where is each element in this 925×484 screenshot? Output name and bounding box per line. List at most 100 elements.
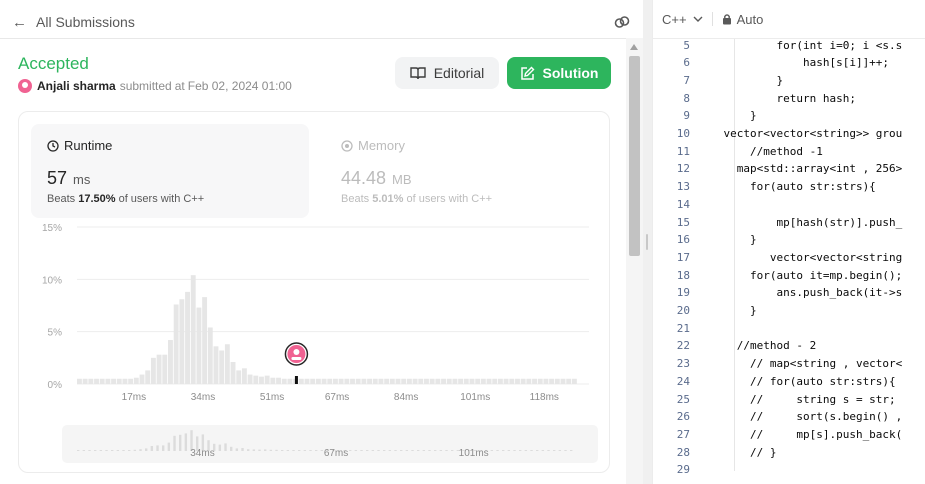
- code-line[interactable]: 7 }: [653, 71, 925, 89]
- code-editor[interactable]: 5 for(int i=0; i <s.s 6 hash[s[i]]++; 7 } 8…: [653, 38, 925, 484]
- code-text: map<std::array<int , 256>: [697, 162, 903, 176]
- histogram-bar: [270, 377, 276, 384]
- toolbar-divider: [711, 12, 713, 26]
- code-text: return hash;: [697, 91, 856, 105]
- code-line[interactable]: 18 for(auto it=mp.begin();: [653, 266, 925, 284]
- editorial-button[interactable]: Editorial: [395, 57, 499, 89]
- overview-bar: [82, 450, 86, 451]
- overview-bar: [94, 450, 97, 451]
- panel-resizer[interactable]: [643, 0, 652, 484]
- histogram-bar: [378, 378, 384, 384]
- avatar[interactable]: [18, 79, 32, 93]
- code-line[interactable]: 16 }: [653, 231, 925, 249]
- memory-stat[interactable]: Memory 44.48 MB Beats 5.01% of users wit…: [325, 124, 585, 218]
- avatar-body: [291, 357, 302, 360]
- overview-bar: [218, 444, 222, 451]
- overview-bar: [360, 450, 363, 451]
- histogram-bar: [560, 378, 566, 384]
- overview-bar: [167, 442, 171, 451]
- histogram-bar: [224, 344, 230, 384]
- author-name[interactable]: Anjali sharma: [37, 79, 116, 93]
- code-line[interactable]: 21: [653, 319, 925, 337]
- code-line[interactable]: 9 }: [653, 107, 925, 125]
- histogram-bar: [315, 378, 321, 384]
- code-line[interactable]: 23 // map<string , vector<: [653, 355, 925, 373]
- overview-bar: [422, 450, 426, 451]
- solution-button[interactable]: Solution: [507, 57, 611, 89]
- overview-bar: [513, 450, 516, 451]
- code-line[interactable]: 19 ans.push_back(it->s: [653, 284, 925, 302]
- histogram-bar: [304, 378, 310, 384]
- scrollbar-thumb[interactable]: [629, 56, 640, 256]
- overview-bar: [286, 450, 290, 451]
- x-tick-label: 17ms: [122, 392, 146, 403]
- code-text: }: [697, 304, 757, 317]
- code-line[interactable]: 6 hash[s[i]]++;: [653, 54, 925, 72]
- runtime-distribution-chart[interactable]: 15% 10% 5% 0% 17ms 34ms 51ms 67ms 84ms 101ms 118ms…: [19, 222, 611, 472]
- histogram-bar: [179, 299, 185, 384]
- scroll-up-arrow[interactable]: [630, 44, 638, 50]
- histogram-bar: [133, 377, 139, 384]
- code-line[interactable]: 22 //method - 2: [653, 337, 925, 355]
- code-line[interactable]: 24 // for(auto str:strs){: [653, 372, 925, 390]
- runtime-number: 57: [47, 168, 68, 188]
- overview-bar: [558, 450, 562, 451]
- histogram-bar: [367, 378, 373, 384]
- code-line[interactable]: 5 for(int i=0; i <s.s: [653, 39, 925, 54]
- overview-bar: [184, 433, 188, 451]
- overview-bar: [128, 450, 131, 451]
- code-line[interactable]: 11 //method -1: [653, 142, 925, 160]
- code-line[interactable]: 15 mp[hash(str)].push_: [653, 213, 925, 231]
- submitted-label: submitted: [119, 79, 172, 93]
- code-line[interactable]: 27 // mp[s].push_back(: [653, 425, 925, 443]
- line-number: 12: [676, 162, 690, 176]
- code-line[interactable]: 8 return hash;: [653, 89, 925, 107]
- histogram-bar: [310, 378, 316, 384]
- histogram-bar: [321, 378, 327, 384]
- y-tick-label: 15%: [42, 223, 62, 234]
- code-line[interactable]: 14: [653, 195, 925, 213]
- overview-bar: [156, 445, 159, 451]
- mode-label[interactable]: Auto: [737, 12, 764, 27]
- scrollbar[interactable]: [626, 38, 643, 484]
- histogram-bar: [372, 378, 378, 384]
- code-editor-panel: C++ Auto 5 for(int i=0; i <s.s 6 hash[s[i…: [652, 0, 925, 484]
- code-line[interactable]: 13 for(auto str:strs){: [653, 178, 925, 196]
- histogram-bar: [401, 378, 407, 384]
- overview-bar: [394, 450, 397, 451]
- language-select[interactable]: C++: [662, 12, 703, 27]
- code-line[interactable]: 28 // }: [653, 443, 925, 461]
- histogram-bar: [526, 378, 532, 384]
- code-line[interactable]: 25 // string s = str;: [653, 390, 925, 408]
- code-text: }: [697, 73, 784, 87]
- overview-bar: [133, 449, 137, 451]
- line-number: 20: [676, 304, 690, 317]
- code-line[interactable]: 17 vector<vector<string: [653, 248, 925, 266]
- overview-bar: [320, 450, 324, 451]
- line-number: 16: [676, 233, 690, 247]
- all-submissions-link[interactable]: All Submissions: [36, 14, 135, 30]
- code-line[interactable]: 26 // sort(s.begin() ,: [653, 408, 925, 426]
- overview-bar: [173, 435, 176, 451]
- x-tick-label: 67ms: [325, 392, 349, 403]
- line-number: 17: [676, 250, 690, 264]
- code-text: ans.push_back(it->s: [697, 286, 903, 300]
- runtime-stat[interactable]: Runtime 57 ms Beats 17.50% of users with…: [31, 124, 309, 218]
- chevron-down-icon: [693, 16, 703, 22]
- histogram-bar: [532, 378, 537, 384]
- code-line[interactable]: 10 vector<vector<string>> grou: [653, 125, 925, 143]
- resizer-grip[interactable]: [646, 234, 648, 250]
- code-line[interactable]: 29: [653, 461, 925, 479]
- code-text: // sort(s.begin() ,: [697, 410, 903, 424]
- overview-bar: [405, 450, 409, 451]
- overview-bar: [99, 450, 103, 451]
- code-text: }: [697, 233, 757, 247]
- link-icon[interactable]: [613, 13, 631, 31]
- arrow-left-icon[interactable]: ←: [12, 14, 27, 31]
- code-line[interactable]: 20 }: [653, 302, 925, 320]
- overview-bar: [354, 450, 358, 451]
- overview-bar: [502, 450, 505, 451]
- overview-bar: [371, 450, 375, 451]
- code-line[interactable]: 12 map<std::array<int , 256>: [653, 160, 925, 178]
- histogram-bar: [435, 378, 441, 384]
